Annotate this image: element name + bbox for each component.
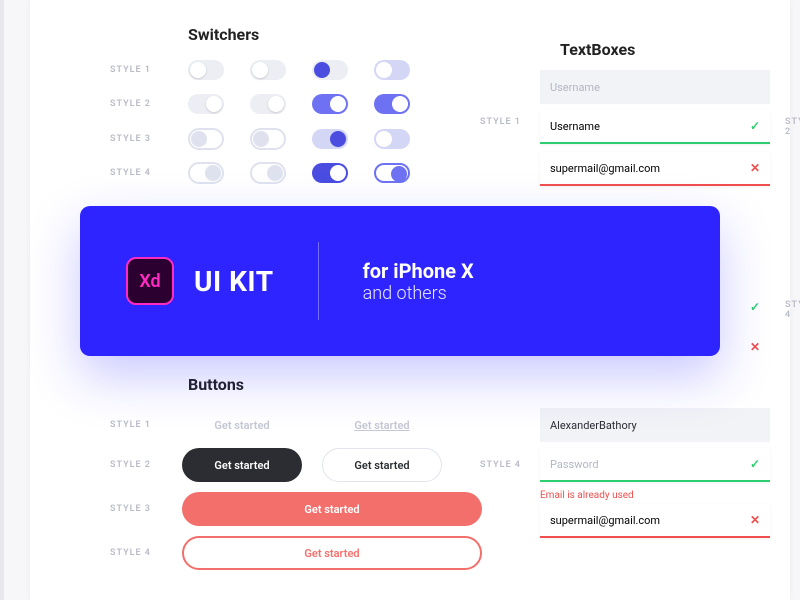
- textbox-email-invalid[interactable]: supermail@gmail.com ✕: [540, 152, 770, 186]
- check-icon: ✓: [750, 457, 760, 471]
- section-title-switchers: Switchers: [188, 25, 259, 44]
- toggle[interactable]: [312, 94, 348, 114]
- toggle[interactable]: [312, 60, 348, 80]
- textbox-email-error[interactable]: supermail@gmail.com ✕: [540, 504, 770, 538]
- style-label: STYLE 2: [110, 99, 162, 109]
- cross-icon: ✕: [750, 513, 760, 527]
- xd-icon: Xd: [126, 257, 174, 305]
- toggle[interactable]: [188, 128, 224, 150]
- check-icon: ✓: [750, 119, 760, 133]
- banner-title: UI KIT: [194, 265, 274, 298]
- toggle[interactable]: [312, 163, 348, 183]
- textbox-username-placeholder[interactable]: Username: [540, 70, 770, 104]
- style-label: STYLE 3: [110, 504, 162, 514]
- promo-banner: Xd UI KIT for iPhone X and others: [80, 206, 720, 356]
- textbox-username-valid[interactable]: Username ✓: [540, 110, 770, 144]
- button-coral[interactable]: Get started: [182, 492, 482, 526]
- cross-icon: ✕: [750, 340, 760, 354]
- toggle[interactable]: [250, 60, 286, 80]
- check-icon: ✓: [750, 300, 760, 314]
- style-label: STYLE 1: [480, 117, 521, 127]
- section-title-buttons: Buttons: [188, 375, 244, 394]
- toggle[interactable]: [188, 60, 224, 80]
- toggle[interactable]: [374, 129, 410, 149]
- style-label: STYLE 1: [110, 65, 162, 75]
- input-value: AlexanderBathory: [550, 419, 760, 432]
- toggle[interactable]: [250, 128, 286, 150]
- toggle[interactable]: [250, 94, 286, 114]
- button-ghost-underline[interactable]: Get started: [322, 408, 442, 442]
- style-label: STYLE 4: [110, 168, 162, 178]
- button-coral-outline[interactable]: Get started: [182, 536, 482, 570]
- banner-line2: and others: [363, 283, 474, 304]
- input-placeholder: Password: [550, 458, 750, 471]
- switch-row-4: STYLE 4: [110, 162, 410, 184]
- switch-row-3: STYLE 3: [110, 128, 410, 150]
- divider: [318, 242, 319, 320]
- button-row-4: STYLE 4 Get started: [110, 536, 482, 570]
- button-row-3: STYLE 3 Get started: [110, 492, 482, 526]
- button-row-1: STYLE 1 Get started Get started: [110, 408, 442, 442]
- toggle[interactable]: [374, 60, 410, 80]
- button-ghost[interactable]: Get started: [182, 408, 302, 442]
- banner-subtitle: for iPhone X and others: [363, 259, 474, 304]
- textbox-user-filled[interactable]: AlexanderBathory: [540, 408, 770, 442]
- style-label: STYLE 4: [785, 300, 800, 320]
- ruler-line: [0, 0, 4, 600]
- style-label: STYLE 4: [480, 460, 521, 470]
- style-label: STYLE 2: [785, 117, 800, 137]
- toggle[interactable]: [188, 94, 224, 114]
- section-title-textboxes: TextBoxes: [560, 40, 635, 59]
- input-placeholder: Username: [550, 81, 760, 94]
- toggle[interactable]: [374, 163, 410, 183]
- input-value: Username: [550, 120, 750, 133]
- style-label: STYLE 3: [110, 134, 162, 144]
- input-value: supermail@gmail.com: [550, 162, 750, 175]
- toggle[interactable]: [312, 129, 348, 149]
- toggle[interactable]: [188, 162, 224, 184]
- button-light[interactable]: Get started: [322, 448, 442, 482]
- input-value: supermail@gmail.com: [550, 514, 750, 527]
- style-label: STYLE 4: [110, 548, 162, 558]
- toggle[interactable]: [374, 94, 410, 114]
- textbox-password-valid[interactable]: Password ✓: [540, 448, 770, 482]
- button-row-2: STYLE 2 Get started Get started: [110, 448, 442, 482]
- toggle[interactable]: [250, 162, 286, 184]
- error-message: Email is already used: [540, 490, 634, 501]
- button-dark[interactable]: Get started: [182, 448, 302, 482]
- switch-row-1: STYLE 1: [110, 60, 410, 80]
- banner-line1: for iPhone X: [363, 259, 474, 283]
- style-label: STYLE 1: [110, 420, 162, 430]
- style-label: STYLE 2: [110, 460, 162, 470]
- switch-row-2: STYLE 2: [110, 94, 410, 114]
- cross-icon: ✕: [750, 161, 760, 175]
